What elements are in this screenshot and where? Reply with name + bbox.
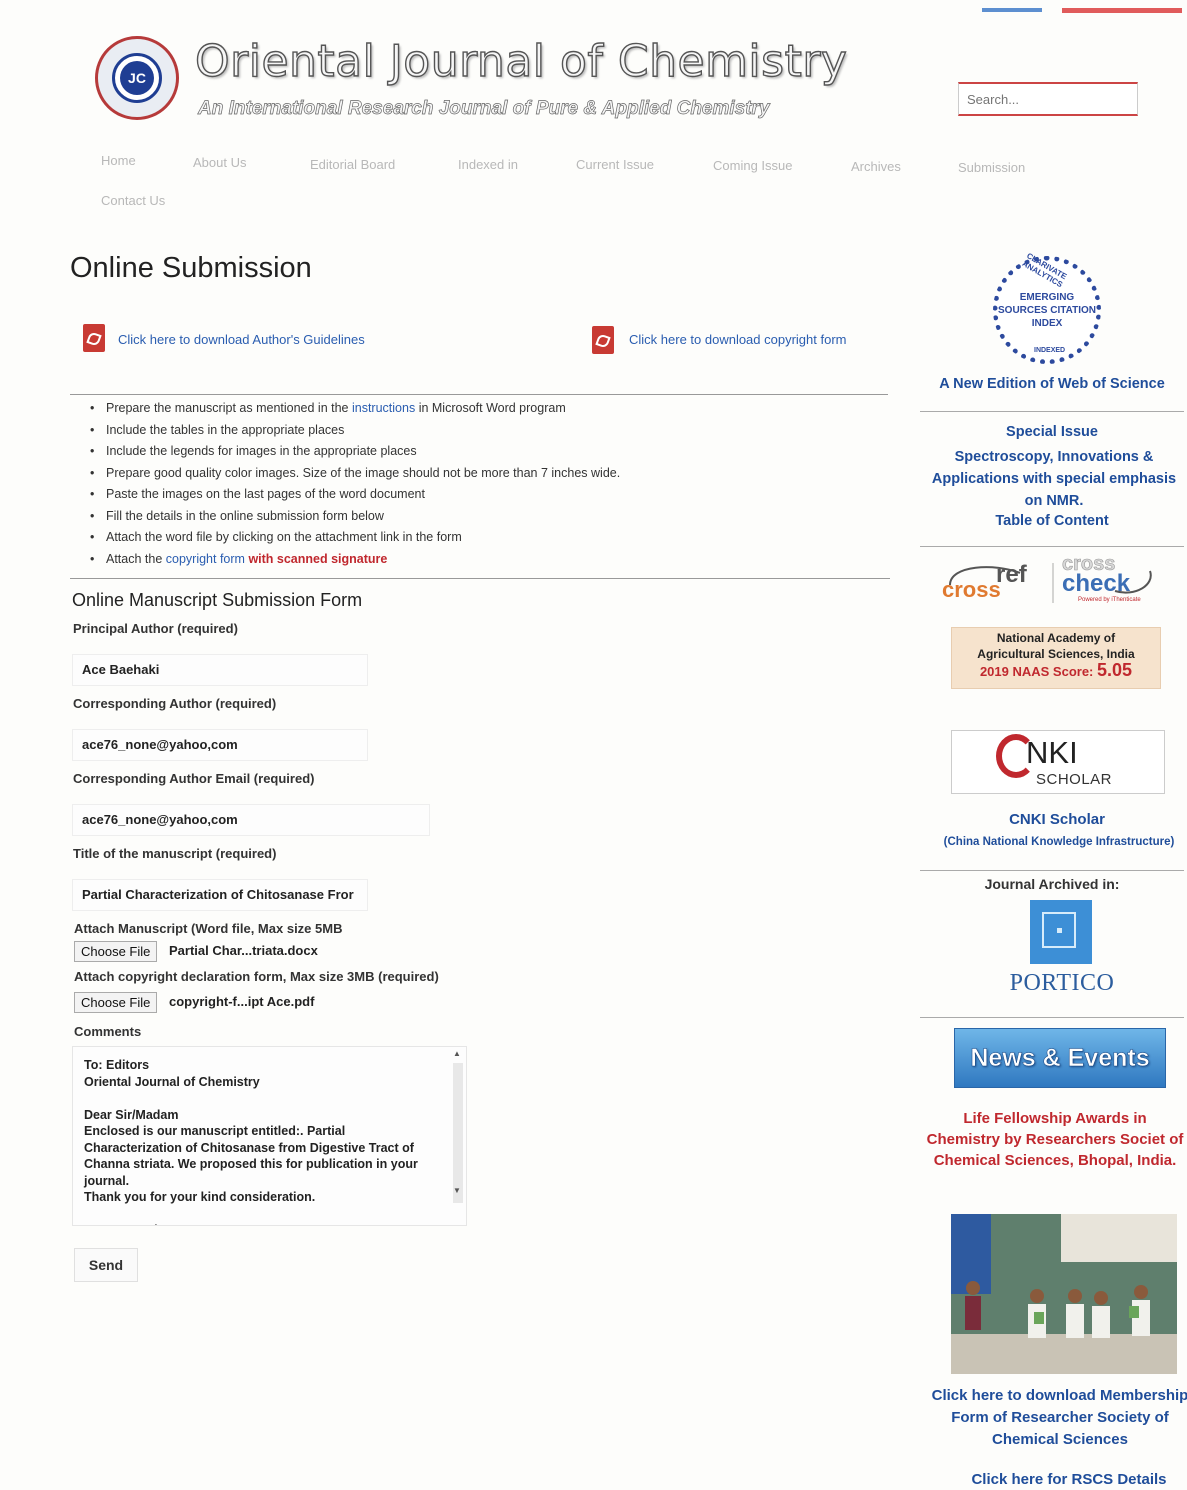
list-item: Fill the details in the online submissio… — [90, 509, 384, 523]
divider — [70, 394, 888, 395]
portico-text[interactable]: PORTICO — [1000, 970, 1124, 997]
logo-ring: JC — [112, 53, 162, 103]
scroll-down-icon[interactable]: ▼ — [453, 1186, 461, 1195]
fellowship-news-link[interactable]: Life Fellowship Awards in Chemistry by R… — [926, 1108, 1184, 1171]
comments-textarea[interactable]: To: Editors Oriental Journal of Chemistr… — [72, 1046, 467, 1226]
cnki-logo-sub: SCHOLAR — [1036, 771, 1113, 788]
special-issue-text[interactable]: Spectroscopy, Innovations & Applications… — [926, 446, 1182, 512]
top-accent-bar-red — [1062, 8, 1182, 13]
logo-monogram: JC — [120, 61, 154, 95]
copyright-form-link[interactable]: copyright form — [166, 552, 245, 566]
award-ceremony-photo[interactable] — [951, 1214, 1177, 1374]
crosscheck-check-text: check — [1062, 570, 1131, 597]
pdf-icon[interactable] — [592, 326, 614, 354]
archived-heading: Journal Archived in: — [984, 876, 1120, 892]
manuscript-title-field[interactable] — [72, 879, 368, 911]
table-of-content-link[interactable]: Table of Content — [920, 513, 1184, 529]
divider — [70, 578, 890, 579]
news-events-banner[interactable]: News & Events — [954, 1028, 1166, 1088]
site-title[interactable]: Oriental Journal of Chemistry — [194, 35, 847, 87]
web-of-science-link[interactable]: A New Edition of Web of Science — [920, 376, 1184, 392]
naas-score: 2019 NAAS Score: 5.05 — [979, 660, 1133, 680]
sidebar-divider — [920, 411, 1184, 412]
copyright-file-name: copyright-f...ipt Ace.pdf — [169, 994, 315, 1009]
corresponding-author-field[interactable] — [72, 729, 368, 761]
special-issue-heading[interactable]: Special Issue — [920, 424, 1184, 440]
nav-indexed-in[interactable]: Indexed in — [458, 157, 518, 172]
corresponding-email-field[interactable] — [72, 804, 430, 836]
nav-submission[interactable]: Submission — [958, 160, 1025, 175]
crossref-ref-text: ref — [996, 561, 1027, 588]
nav-editorial-board[interactable]: Editorial Board — [310, 157, 395, 172]
award-photo-illustration — [951, 1214, 1177, 1374]
send-button[interactable]: Send — [74, 1248, 138, 1282]
pdf-icon[interactable] — [83, 324, 105, 352]
membership-form-link[interactable]: Click here to download Membership Form o… — [930, 1385, 1187, 1451]
naas-line1: National Academy of — [996, 631, 1116, 645]
cnki-logo[interactable]: NKI SCHOLAR — [951, 730, 1165, 794]
corresponding-email-label: Corresponding Author Email (required) — [73, 771, 315, 786]
cnki-subtitle: (China National Knowledge Infrastructure… — [943, 836, 1175, 848]
esci-text: EMERGING SOURCES CITATION INDEX — [998, 292, 1096, 329]
list-item: Prepare the manuscript as mentioned in t… — [90, 401, 566, 415]
esci-bottom-text: INDEXED — [1034, 347, 1066, 354]
attach-copyright-label: Attach copyright declaration form, Max s… — [74, 969, 439, 984]
crosscheck-powered-text: Powered by iThenticate — [1078, 597, 1141, 603]
rscs-details-link[interactable]: Click here for RSCS Details — [940, 1471, 1187, 1488]
list-item: Include the tables in the appropriate pl… — [90, 423, 344, 437]
nav-home[interactable]: Home — [101, 153, 136, 168]
crossref-logo[interactable]: cross ref cross check Powered by iThenti… — [940, 553, 1170, 607]
top-accent-bar-blue — [982, 8, 1042, 12]
portico-icon[interactable] — [1030, 900, 1092, 964]
site-subtitle: An International Research Journal of Pur… — [198, 98, 770, 120]
comments-scrollbar[interactable]: ▲ ▼ — [450, 1049, 464, 1221]
scroll-track[interactable] — [453, 1063, 463, 1203]
crossref-cross-text: cross — [942, 577, 1001, 602]
search-input[interactable] — [958, 82, 1138, 116]
nav-archives[interactable]: Archives — [851, 159, 901, 174]
esci-badge[interactable]: CLARIVATE ANALYTICS EMERGING SOURCES CIT… — [993, 251, 1101, 364]
list-item: Prepare good quality color images. Size … — [90, 466, 620, 480]
scroll-up-icon[interactable]: ▲ — [453, 1049, 461, 1058]
nav-current-issue[interactable]: Current Issue — [576, 157, 654, 172]
cnki-title[interactable]: CNKI Scholar — [930, 811, 1184, 828]
sidebar-divider — [920, 546, 1184, 547]
sidebar-divider — [920, 1017, 1184, 1018]
choose-manuscript-file-button[interactable]: Choose File — [74, 941, 158, 962]
manuscript-file-name: Partial Char...triata.docx — [169, 943, 318, 958]
nav-coming-issue[interactable]: Coming Issue — [713, 158, 792, 173]
sidebar-divider — [920, 870, 1184, 871]
instructions-link[interactable]: instructions — [352, 401, 415, 415]
manuscript-title-label: Title of the manuscript (required) — [73, 846, 277, 861]
corresponding-author-label: Corresponding Author (required) — [73, 696, 277, 711]
download-copyright-link[interactable]: Click here to download copyright form — [629, 332, 847, 347]
principal-author-field[interactable] — [72, 654, 368, 686]
list-item: Paste the images on the last pages of th… — [90, 487, 425, 501]
principal-author-label: Principal Author (required) — [73, 621, 238, 636]
form-title: Online Manuscript Submission Form — [72, 590, 363, 610]
page-title: Online Submission — [70, 252, 312, 284]
nav-contact-us[interactable]: Contact Us — [101, 193, 165, 208]
download-guidelines-link[interactable]: Click here to download Author's Guidelin… — [118, 332, 365, 347]
journal-logo[interactable]: JC — [95, 36, 179, 120]
cnki-logo-main: NKI — [1026, 735, 1078, 770]
naas-score-box[interactable]: National Academy of Agricultural Science… — [951, 627, 1161, 689]
comments-label: Comments — [74, 1024, 142, 1039]
nav-about-us[interactable]: About Us — [193, 155, 246, 170]
list-item: Attach the copyright form with scanned s… — [90, 552, 387, 566]
list-item: Include the legends for images in the ap… — [90, 444, 417, 458]
attach-manuscript-label: Attach Manuscript (Word file, Max size 5… — [74, 921, 343, 936]
list-item: Attach the word file by clicking on the … — [90, 530, 462, 544]
choose-copyright-file-button[interactable]: Choose File — [74, 992, 158, 1013]
